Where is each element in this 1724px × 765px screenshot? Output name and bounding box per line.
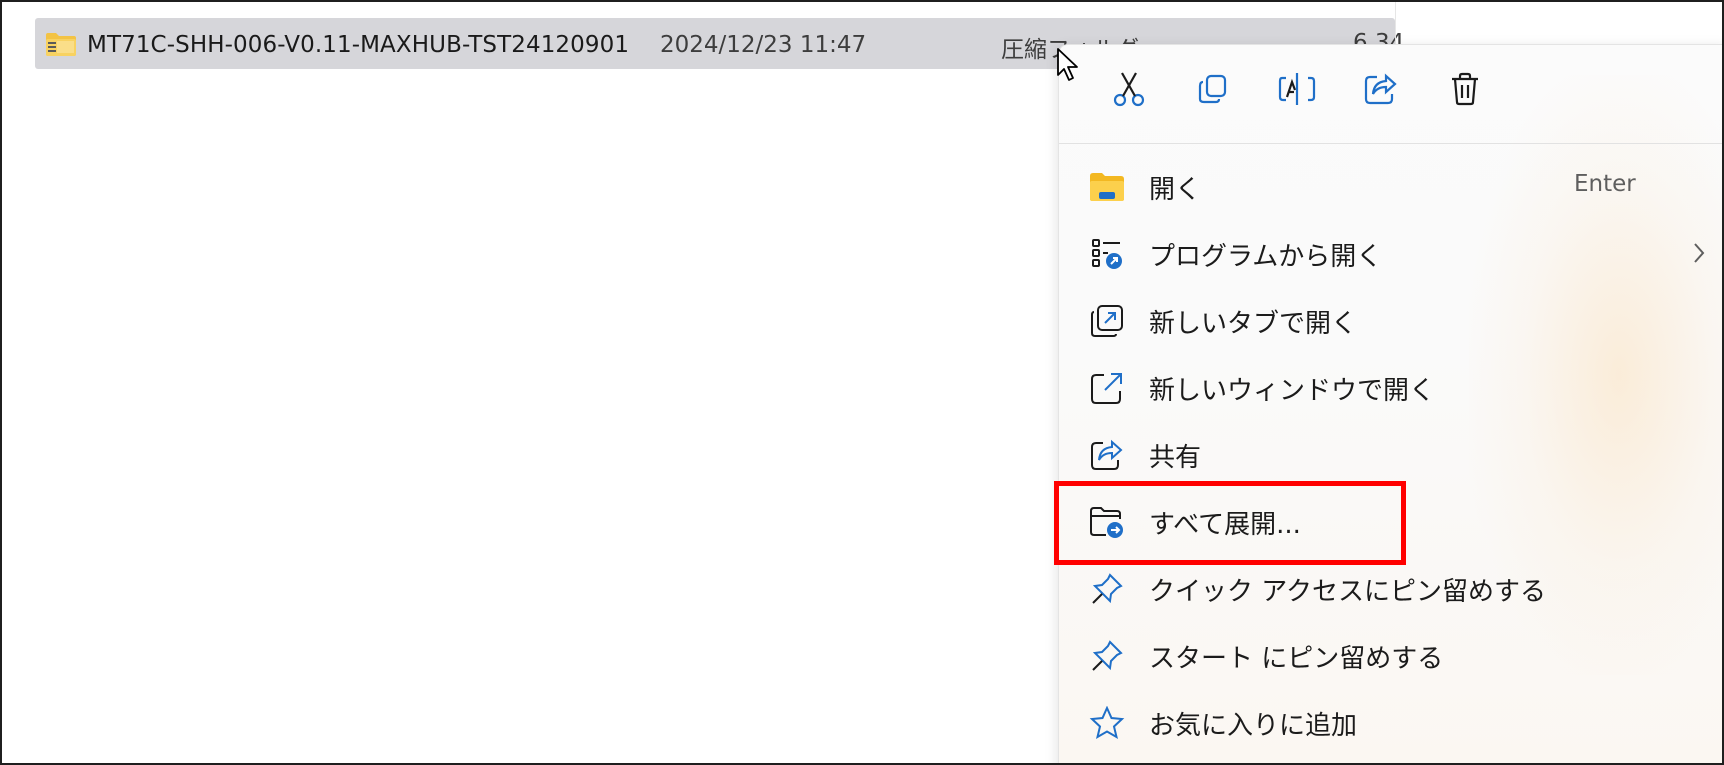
rename-icon: [1278, 72, 1316, 110]
menu-item-open[interactable]: 開く Enter: [1059, 153, 1722, 219]
menu-item-label: 新しいウィンドウで開く: [1149, 376, 1436, 406]
zip-folder-icon: [45, 31, 77, 57]
menu-item-add-favorites[interactable]: お気に入りに追加: [1059, 689, 1722, 755]
menu-item-label: プログラムから開く: [1149, 242, 1383, 272]
menu-item-label: 新しいタブで開く: [1149, 309, 1358, 339]
explorer-window: MT71C-SHH-006-V0.11-MAXHUB-TST24120901 2…: [0, 0, 1724, 765]
chevron-right-icon: [1689, 240, 1709, 266]
share-icon: [1364, 73, 1398, 109]
menu-item-open-new-tab[interactable]: 新しいタブで開く: [1059, 287, 1722, 353]
menu-item-open-with[interactable]: プログラムから開く: [1059, 220, 1722, 286]
delete-button[interactable]: [1443, 69, 1487, 113]
star-icon: [1089, 706, 1125, 740]
new-window-icon: [1089, 371, 1125, 405]
file-name: MT71C-SHH-006-V0.11-MAXHUB-TST24120901: [87, 32, 630, 58]
share-icon: [1089, 438, 1125, 472]
mouse-cursor-icon: [1056, 47, 1084, 83]
trash-icon: [1450, 72, 1480, 110]
context-menu: 開く Enter プログラムから開く 新しいタブで開く 新しいウィンドウで開く …: [1058, 44, 1722, 763]
highlight-annotation: [1054, 481, 1406, 565]
file-date: 2024/12/23 11:47: [660, 32, 867, 58]
scissors-icon: [1112, 71, 1146, 111]
new-tab-icon: [1089, 304, 1125, 338]
copy-button[interactable]: [1191, 69, 1235, 113]
menu-item-pin-start[interactable]: スタート にピン留めする: [1059, 622, 1722, 688]
menu-item-share[interactable]: 共有: [1059, 421, 1722, 487]
menu-item-label: 共有: [1149, 443, 1202, 473]
cut-button[interactable]: [1107, 69, 1151, 113]
share-button[interactable]: [1359, 69, 1403, 113]
open-with-icon: [1089, 237, 1125, 271]
menu-item-label: お気に入りに追加: [1149, 711, 1358, 741]
folder-icon: [1089, 170, 1125, 204]
menu-separator: [1059, 143, 1722, 144]
copy-icon: [1197, 73, 1229, 109]
menu-item-open-new-window[interactable]: 新しいウィンドウで開く: [1059, 354, 1722, 420]
menu-item-label: 開く: [1149, 175, 1202, 205]
menu-item-label: クイック アクセスにピン留めする: [1149, 577, 1546, 607]
context-menu-toolbar: [1059, 45, 1722, 143]
pin-icon: [1089, 572, 1125, 606]
menu-item-label: スタート にピン留めする: [1149, 644, 1444, 674]
shortcut-label: Enter: [1574, 171, 1636, 197]
rename-button[interactable]: [1275, 69, 1319, 113]
pin-icon: [1089, 639, 1125, 673]
